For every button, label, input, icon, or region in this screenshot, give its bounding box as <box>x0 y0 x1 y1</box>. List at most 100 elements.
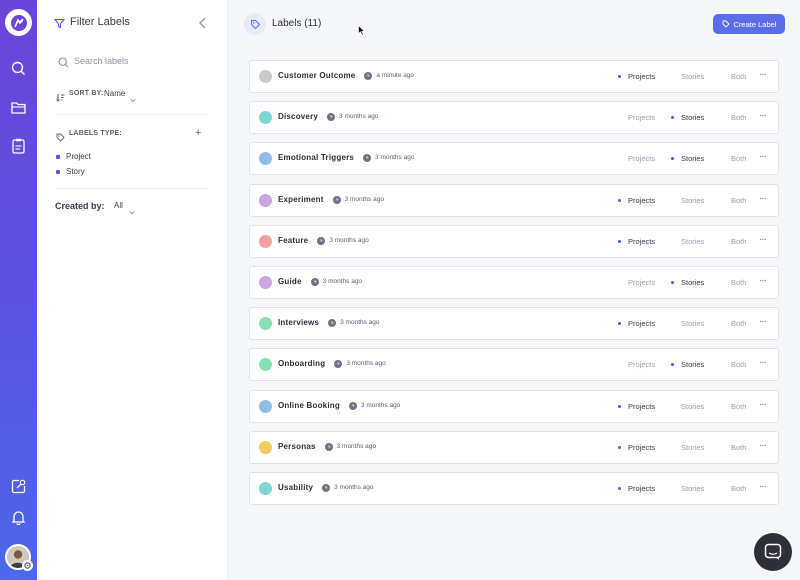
label-color-swatch[interactable] <box>259 317 272 331</box>
label-row[interactable]: Online Booking 3 months ago Projects Storie… <box>249 389 779 423</box>
radio-icon[interactable] <box>721 116 724 119</box>
label-color-swatch[interactable] <box>259 275 272 289</box>
type-option-stories[interactable]: Stories <box>671 443 704 452</box>
type-option-projects[interactable]: Projects <box>618 237 655 246</box>
label-color-swatch[interactable] <box>259 358 272 372</box>
type-option-projects[interactable]: Projects <box>618 360 655 369</box>
type-option-both[interactable]: Both <box>721 278 746 287</box>
radio-icon[interactable] <box>671 75 674 78</box>
radio-icon[interactable] <box>671 240 674 243</box>
label-row[interactable]: Feature 3 months ago Projects Stories Both ··… <box>249 224 779 258</box>
label-color-swatch[interactable] <box>259 481 272 495</box>
radio-icon[interactable] <box>721 446 724 449</box>
collapse-icon[interactable] <box>198 16 207 34</box>
type-option-stories[interactable]: Stories <box>671 319 704 328</box>
radio-icon[interactable] <box>618 363 621 366</box>
label-color-swatch[interactable] <box>259 152 272 166</box>
label-color-swatch[interactable] <box>259 440 272 454</box>
more-options-icon[interactable]: ··· <box>759 110 767 121</box>
label-name[interactable]: Interviews <box>278 318 319 327</box>
chat-launcher-button[interactable] <box>754 533 792 571</box>
radio-icon[interactable] <box>671 116 674 120</box>
type-option-stories[interactable]: Stories <box>671 402 704 411</box>
radio-icon[interactable] <box>671 487 674 490</box>
radio-icon[interactable] <box>721 199 724 202</box>
type-option-stories[interactable]: Stories <box>671 113 704 122</box>
radio-icon[interactable] <box>671 157 674 161</box>
label-row[interactable]: Emotional Triggers 3 months ago Projects St… <box>249 142 779 176</box>
radio-icon[interactable] <box>618 116 621 119</box>
notes-icon[interactable] <box>9 137 27 155</box>
label-row[interactable]: Personas 3 months ago Projects Stories Both ·… <box>249 430 779 464</box>
radio-icon[interactable] <box>671 280 674 284</box>
chevron-down-icon[interactable] <box>129 202 135 220</box>
more-options-icon[interactable]: ··· <box>759 440 767 451</box>
radio-icon[interactable] <box>721 405 724 408</box>
label-name[interactable]: Online Booking <box>278 401 340 410</box>
add-type-button[interactable]: + <box>195 128 201 139</box>
radio-icon[interactable] <box>671 199 674 202</box>
radio-icon[interactable] <box>618 404 621 408</box>
type-option-both[interactable]: Both <box>721 237 746 246</box>
chevron-down-icon[interactable] <box>130 90 136 108</box>
folder-icon[interactable] <box>9 98 27 116</box>
label-row[interactable]: Discovery 3 months ago Projects Stories Both… <box>249 101 779 135</box>
label-row[interactable]: Interviews 3 months ago Projects Stories Bot… <box>249 307 779 341</box>
radio-icon[interactable] <box>618 281 621 284</box>
type-option-projects[interactable]: Projects <box>618 154 655 163</box>
label-row[interactable]: Guide 3 months ago Projects Stories Both ··· <box>249 265 779 299</box>
more-options-icon[interactable]: ··· <box>759 151 767 162</box>
radio-icon[interactable] <box>618 198 621 202</box>
type-option-projects[interactable]: Projects <box>618 72 655 81</box>
type-option-projects[interactable]: Projects <box>618 113 655 122</box>
label-name[interactable]: Feature <box>278 236 308 245</box>
type-option-projects[interactable]: Projects <box>618 484 655 493</box>
label-color-swatch[interactable] <box>259 399 272 413</box>
created-by-select[interactable]: All <box>114 201 123 210</box>
radio-icon[interactable] <box>721 363 724 366</box>
label-name[interactable]: Personas <box>278 442 316 451</box>
more-options-icon[interactable]: ··· <box>759 275 767 286</box>
settings-badge-icon[interactable] <box>22 560 33 571</box>
type-option-both[interactable]: Both <box>721 113 746 122</box>
radio-icon[interactable] <box>721 487 724 490</box>
label-row[interactable]: Customer Outcome a minute ago Projects Stor… <box>249 60 779 93</box>
type-option-stories[interactable]: Stories <box>671 360 704 369</box>
create-label-button[interactable]: Create Label <box>713 14 785 34</box>
radio-icon[interactable] <box>671 322 674 325</box>
sort-select[interactable]: Name <box>104 89 125 98</box>
radio-icon[interactable] <box>721 157 724 160</box>
radio-icon[interactable] <box>721 322 724 325</box>
radio-icon[interactable] <box>618 239 621 243</box>
radio-icon[interactable] <box>618 322 621 326</box>
radio-icon[interactable] <box>618 157 621 160</box>
radio-icon[interactable] <box>618 486 621 490</box>
label-row[interactable]: Usability 3 months ago Projects Stories Both… <box>249 471 779 505</box>
type-item-project[interactable]: Project <box>56 152 91 161</box>
radio-icon[interactable] <box>671 363 674 367</box>
label-name[interactable]: Discovery <box>278 112 318 121</box>
label-color-swatch[interactable] <box>259 70 272 83</box>
more-options-icon[interactable]: ··· <box>759 357 767 368</box>
more-options-icon[interactable]: ··· <box>759 234 767 245</box>
type-option-stories[interactable]: Stories <box>671 196 704 205</box>
more-options-icon[interactable]: ··· <box>759 193 767 204</box>
radio-icon[interactable] <box>721 75 724 78</box>
type-option-both[interactable]: Both <box>721 360 746 369</box>
type-option-both[interactable]: Both <box>721 72 746 81</box>
type-option-projects[interactable]: Projects <box>618 278 655 287</box>
more-options-icon[interactable]: ··· <box>759 316 767 327</box>
more-options-icon[interactable]: ··· <box>759 69 767 80</box>
type-option-projects[interactable]: Projects <box>618 196 655 205</box>
label-color-swatch[interactable] <box>259 234 272 248</box>
label-name[interactable]: Usability <box>278 483 313 492</box>
type-option-stories[interactable]: Stories <box>671 72 704 81</box>
type-option-both[interactable]: Both <box>721 484 746 493</box>
type-option-stories[interactable]: Stories <box>671 154 704 163</box>
type-option-both[interactable]: Both <box>721 402 746 411</box>
more-options-icon[interactable]: ··· <box>759 481 767 492</box>
radio-icon[interactable] <box>618 445 621 449</box>
type-option-projects[interactable]: Projects <box>618 402 655 411</box>
label-name[interactable]: Emotional Triggers <box>278 153 354 162</box>
label-name[interactable]: Experiment <box>278 195 324 204</box>
